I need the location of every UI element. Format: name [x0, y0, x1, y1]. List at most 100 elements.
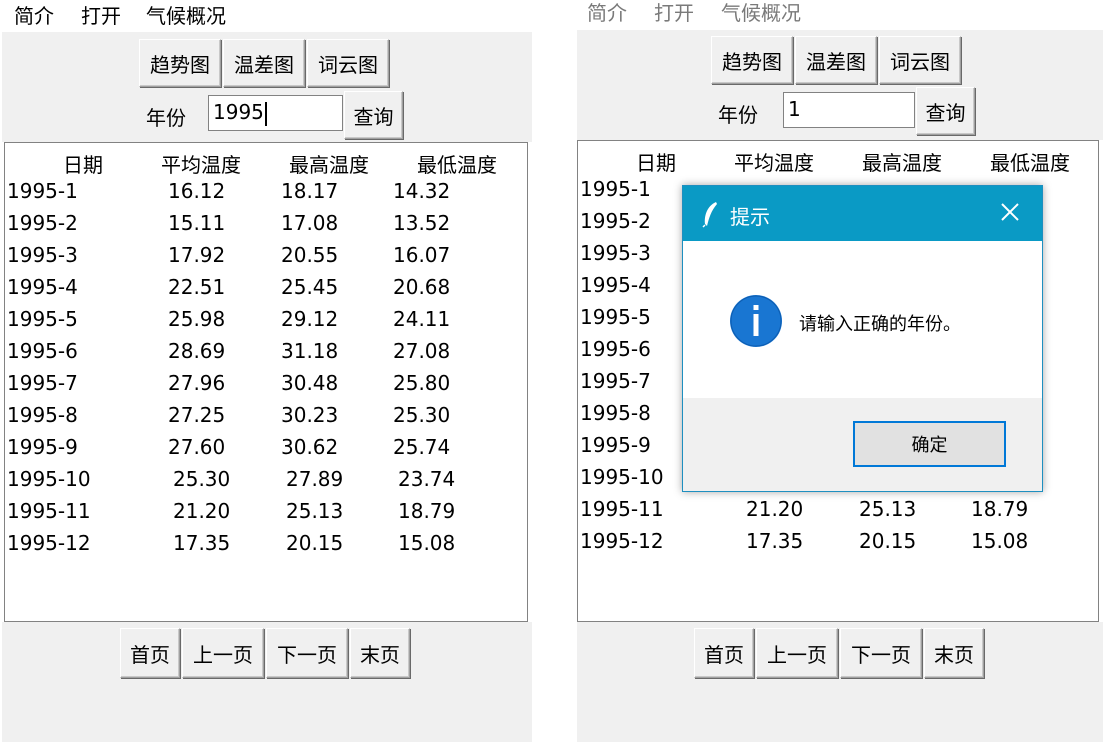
column-header-avg: 平均温度	[734, 151, 814, 175]
row-value-cell: 15.11	[168, 211, 226, 235]
text-caret	[264, 101, 267, 126]
year-input[interactable]: 1995	[208, 95, 343, 131]
row-date-cell: 1995-8	[7, 403, 78, 427]
ok-button[interactable]: 确定	[853, 421, 1006, 467]
row-value-cell: 28.69	[168, 339, 226, 363]
first-page-button[interactable]: 首页	[694, 628, 754, 678]
trend-chart-button[interactable]: 趋势图	[139, 39, 221, 87]
row-date-cell: 1995-2	[580, 209, 651, 233]
query-button[interactable]: 查询	[916, 87, 975, 135]
column-header-min: 最低温度	[990, 151, 1070, 175]
row-value-cell: 20.15	[286, 531, 344, 555]
temperature-table[interactable]: 日期 平均温度 最高温度 最低温度 1995-1 16.12 18.17 14.32 1…	[4, 142, 528, 622]
menu-climate-overview[interactable]: 气候概况	[146, 4, 226, 28]
row-value-cell: 17.08	[281, 211, 339, 235]
row-date-cell: 1995-4	[580, 273, 651, 297]
row-date-cell: 1995-12	[580, 529, 664, 553]
column-header-date: 日期	[636, 151, 676, 175]
row-value-cell: 29.12	[281, 307, 339, 331]
row-date-cell: 1995-1	[7, 179, 78, 203]
row-value-cell: 17.35	[746, 529, 804, 553]
row-date-cell: 1995-6	[7, 339, 78, 363]
menu-climate-overview[interactable]: 气候概况	[721, 1, 801, 25]
year-input[interactable]: 1	[783, 92, 915, 128]
row-value-cell: 13.52	[393, 211, 451, 235]
pager-area: 首页 上一页 下一页 末页	[577, 622, 1103, 742]
dialog-title-bar[interactable]: 提示	[683, 186, 1042, 241]
row-value-cell: 17.35	[173, 531, 231, 555]
row-value-cell: 16.12	[168, 179, 226, 203]
menu-open[interactable]: 打开	[654, 1, 694, 25]
row-value-cell: 21.20	[746, 497, 804, 521]
row-value-cell: 25.80	[393, 371, 451, 395]
dialog-message: 请输入正确的年份。	[799, 314, 961, 335]
row-value-cell: 16.07	[393, 243, 451, 267]
info-icon	[729, 294, 783, 352]
row-value-cell: 27.25	[168, 403, 226, 427]
year-label: 年份	[146, 106, 186, 130]
row-value-cell: 25.13	[859, 497, 917, 521]
row-value-cell: 25.30	[173, 467, 231, 491]
next-page-button[interactable]: 下一页	[840, 628, 922, 678]
next-page-button[interactable]: 下一页	[266, 628, 348, 678]
column-header-max: 最高温度	[862, 151, 942, 175]
row-value-cell: 27.96	[168, 371, 226, 395]
row-value-cell: 20.55	[281, 243, 339, 267]
row-value-cell: 25.98	[168, 307, 226, 331]
row-value-cell: 31.18	[281, 339, 339, 363]
row-date-cell: 1995-5	[580, 305, 651, 329]
left-window: 简介 打开 气候概况 趋势图 温差图 词云图 年份 1995 查询 日期 平均温…	[0, 0, 535, 742]
pager-area: 首页 上一页 下一页 末页	[2, 622, 532, 742]
row-value-cell: 23.74	[398, 467, 456, 491]
feather-icon	[701, 200, 721, 232]
row-value-cell: 25.30	[393, 403, 451, 427]
row-date-cell: 1995-8	[580, 401, 651, 425]
row-date-cell: 1995-11	[580, 497, 664, 521]
row-date-cell: 1995-3	[580, 241, 651, 265]
trend-chart-button[interactable]: 趋势图	[711, 36, 793, 84]
column-header-avg: 平均温度	[161, 153, 241, 177]
row-value-cell: 14.32	[393, 179, 451, 203]
toolbar-area: 趋势图 温差图 词云图 年份 1995 查询	[2, 32, 532, 142]
row-date-cell: 1995-7	[580, 369, 651, 393]
row-date-cell: 1995-10	[580, 465, 664, 489]
toolbar-area: 趋势图 温差图 词云图 年份 1 查询	[577, 30, 1103, 140]
column-header-max: 最高温度	[289, 153, 369, 177]
close-icon[interactable]	[1000, 202, 1020, 226]
row-value-cell: 30.62	[281, 435, 339, 459]
row-value-cell: 18.17	[281, 179, 339, 203]
first-page-button[interactable]: 首页	[120, 628, 180, 678]
menu-bar: 简介 打开 气候概况	[575, 0, 1106, 32]
row-value-cell: 18.79	[398, 499, 456, 523]
row-value-cell: 27.89	[286, 467, 344, 491]
row-value-cell: 30.48	[281, 371, 339, 395]
temp-diff-chart-button[interactable]: 温差图	[223, 39, 305, 87]
word-cloud-button[interactable]: 词云图	[879, 36, 961, 84]
query-button[interactable]: 查询	[344, 91, 403, 139]
menu-intro[interactable]: 简介	[587, 1, 627, 25]
temp-diff-chart-button[interactable]: 温差图	[795, 36, 877, 84]
column-header-min: 最低温度	[417, 153, 497, 177]
year-label: 年份	[718, 103, 758, 127]
row-date-cell: 1995-10	[7, 467, 91, 491]
row-value-cell: 21.20	[173, 499, 231, 523]
row-date-cell: 1995-9	[7, 435, 78, 459]
row-value-cell: 27.08	[393, 339, 451, 363]
row-value-cell: 22.51	[168, 275, 226, 299]
last-page-button[interactable]: 末页	[924, 628, 984, 678]
dialog-body: 请输入正确的年份。	[683, 241, 1042, 398]
menu-open[interactable]: 打开	[81, 4, 121, 28]
menu-intro[interactable]: 简介	[14, 4, 54, 28]
last-page-button[interactable]: 末页	[350, 628, 410, 678]
row-date-cell: 1995-6	[580, 337, 651, 361]
row-date-cell: 1995-4	[7, 275, 78, 299]
prev-page-button[interactable]: 上一页	[756, 628, 838, 678]
word-cloud-button[interactable]: 词云图	[307, 39, 389, 87]
prev-page-button[interactable]: 上一页	[182, 628, 264, 678]
row-value-cell: 30.23	[281, 403, 339, 427]
row-value-cell: 18.79	[971, 497, 1029, 521]
dialog-title: 提示	[730, 205, 770, 229]
menu-bar: 简介 打开 气候概况	[0, 0, 535, 32]
row-value-cell: 17.92	[168, 243, 226, 267]
row-date-cell: 1995-12	[7, 531, 91, 555]
